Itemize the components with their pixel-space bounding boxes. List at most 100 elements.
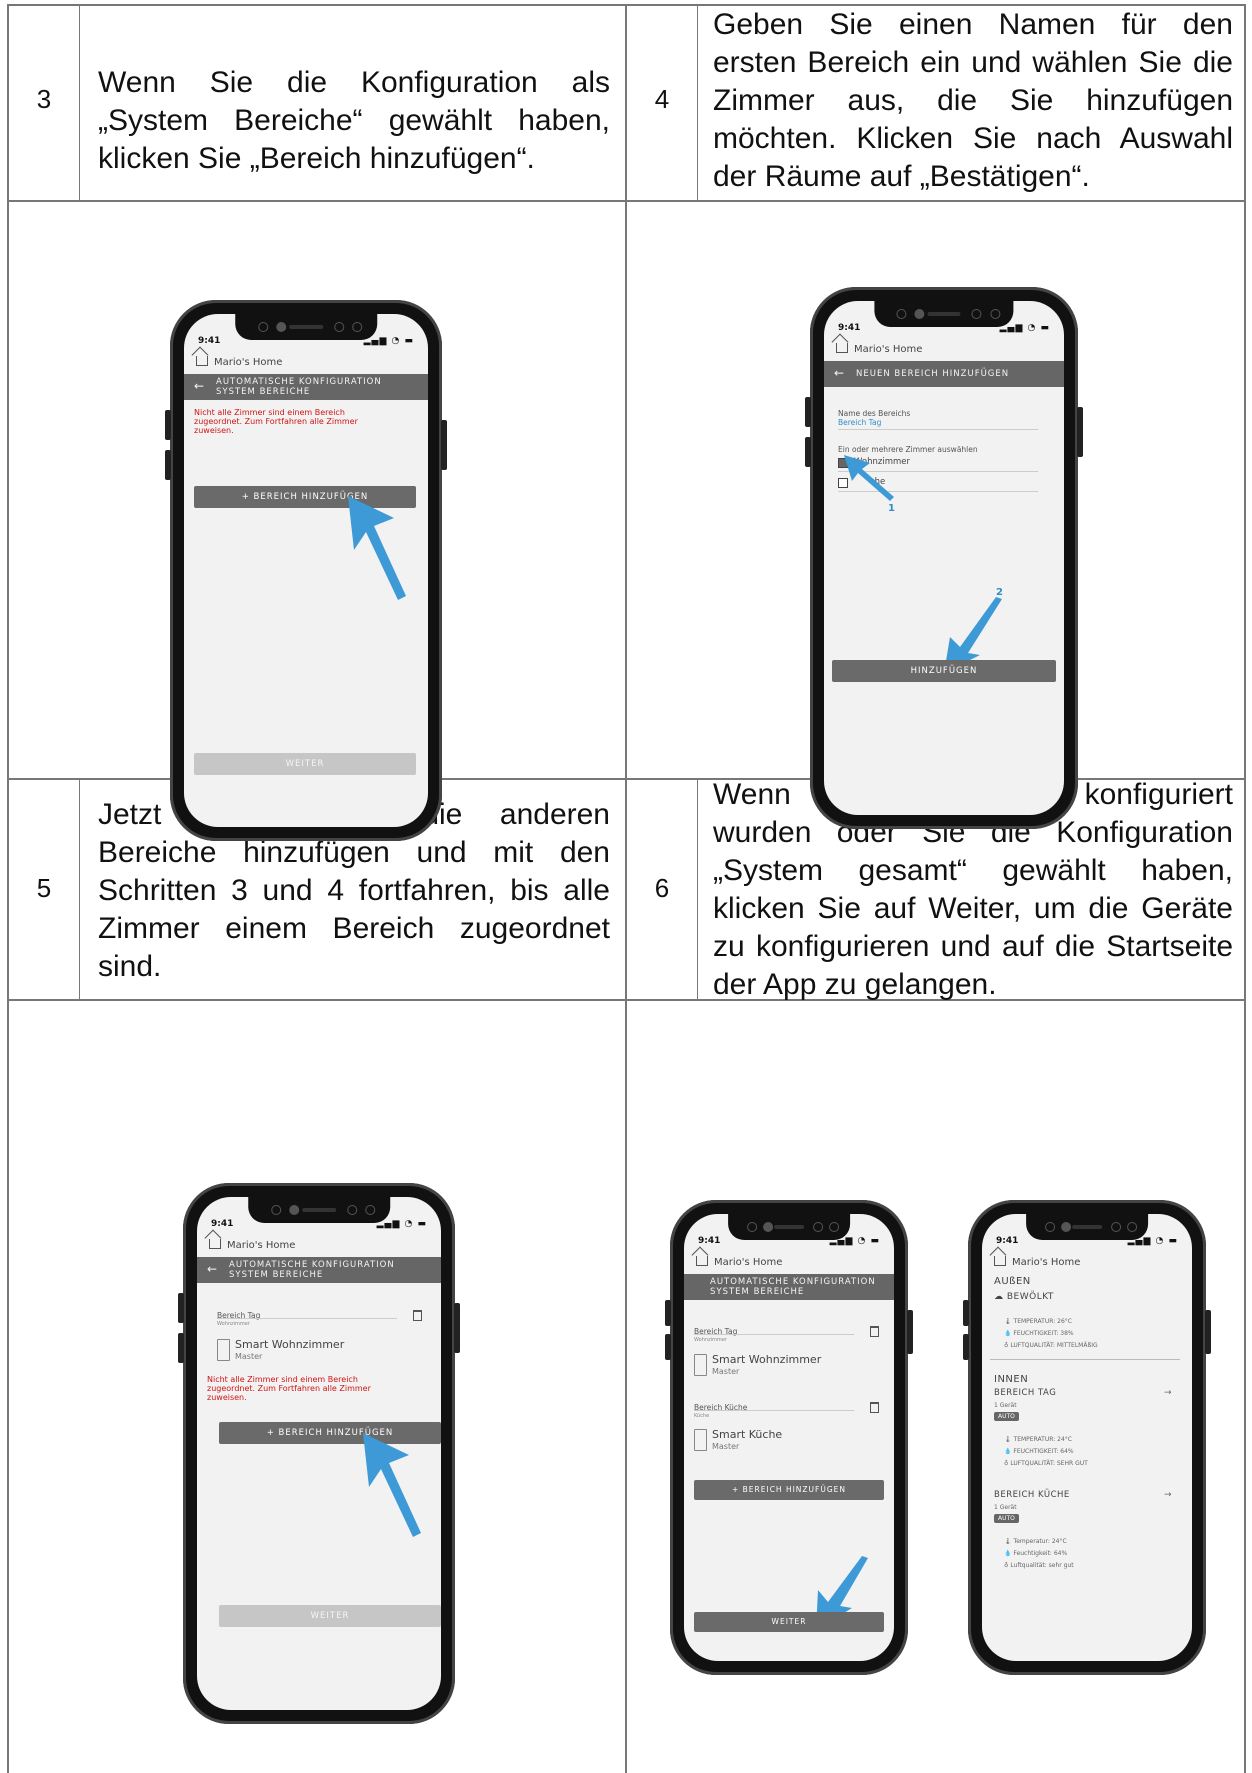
- outside-heading: AUßEN: [994, 1276, 1031, 1287]
- home-link[interactable]: Mario's Home: [196, 356, 282, 368]
- next-button[interactable]: WEITER: [219, 1605, 441, 1627]
- droplet-icon: 💧: [1004, 1330, 1012, 1337]
- chevron-right-icon[interactable]: →: [1164, 1388, 1172, 1398]
- home-name: Mario's Home: [214, 357, 283, 368]
- air-quality-reading: ♁ LUFTQUALITÄT: SEHR GUT: [1004, 1460, 1088, 1467]
- back-arrow-icon[interactable]: ←: [834, 366, 845, 380]
- home-name: Mario's Home: [1012, 1257, 1081, 1268]
- pointer-arrow-icon: [844, 455, 894, 501]
- warning-message: Nicht alle Zimmer sind einem Bereich zuge…: [207, 1375, 371, 1402]
- area-name-field[interactable]: Bereich Tag: [838, 418, 881, 427]
- home-link[interactable]: Mario's Home: [994, 1256, 1080, 1268]
- auto-badge: AUTO: [994, 1412, 1019, 1421]
- status-icons: ▂▄▆ ◔ ▬: [999, 323, 1050, 333]
- home-link[interactable]: Mario's Home: [836, 343, 922, 355]
- device-name: Smart Wohnzimmer: [235, 1338, 345, 1351]
- device-name: Smart Wohnzimmer: [712, 1353, 822, 1366]
- status-icons: ▂▄▆ ◔ ▬: [829, 1236, 880, 1246]
- device-role: Master: [712, 1367, 740, 1376]
- device-icon: [694, 1429, 707, 1451]
- step-number: 6: [654, 873, 670, 903]
- phone-mockup: 9:41 ▂▄▆ ◔ ▬ Mario's Home AUßEN ☁ BEWÖLKT…: [963, 1200, 1211, 1675]
- weather-status: ☁ BEWÖLKT: [994, 1292, 1054, 1302]
- phone-screen: 9:41 ▂▄▆ ◔ ▬ Mario's Home ← AUTOMATISCHE …: [184, 314, 428, 827]
- device-name: Smart Küche: [712, 1428, 783, 1441]
- home-icon: [994, 1256, 1006, 1266]
- chevron-right-icon[interactable]: →: [1164, 1490, 1172, 1500]
- step-marker: 1: [888, 503, 895, 514]
- pointer-arrow-icon: [348, 496, 406, 600]
- back-arrow-icon[interactable]: ←: [207, 1262, 218, 1276]
- warning-message: Nicht alle Zimmer sind einem Bereich zuge…: [194, 408, 358, 435]
- step-text: Geben Sie einen Namen für den ersten Ber…: [713, 8, 1233, 193]
- phone-screen: 9:41 ▂▄▆ ◔ ▬ Mario's Home ← NEUEN BEREICH…: [824, 301, 1064, 815]
- step-number: 3: [36, 84, 52, 114]
- status-icons: ▂▄▆ ◔ ▬: [1127, 1236, 1178, 1246]
- humidity-reading: 💧 Feuchtigkeit: 64%: [1004, 1550, 1068, 1557]
- area-rooms: Wohnzimmer: [217, 1321, 250, 1327]
- phone-mockup: 9:41 ▂▄▆ ◔ ▬ Mario's Home ← AUTOMATISCHE …: [178, 1183, 460, 1724]
- status-time: 9:41: [211, 1219, 234, 1229]
- area-name-label: Name des Bereichs: [838, 409, 911, 418]
- screen-header: ← NEUEN BEREICH HINZUFÜGEN: [824, 361, 1064, 387]
- table-border: [79, 778, 80, 1000]
- add-area-button[interactable]: + BEREICH HINZUFÜGEN: [694, 1480, 884, 1500]
- home-link[interactable]: Mario's Home: [209, 1239, 295, 1251]
- inside-heading: INNEN: [994, 1374, 1029, 1385]
- home-link[interactable]: Mario's Home: [696, 1256, 782, 1268]
- header-title-line1: AUTOMATISCHE KONFIGURATION: [216, 377, 382, 387]
- submit-button[interactable]: HINZUFÜGEN: [832, 660, 1056, 682]
- phone-mockup: 9:41 ▂▄▆ ◔ ▬ Mario's Home AUTOMATISCHE KO…: [665, 1200, 913, 1675]
- header-title-line2: SYSTEM BEREICHE: [216, 387, 311, 397]
- device-icon: [694, 1354, 707, 1376]
- auto-badge: AUTO: [994, 1514, 1019, 1523]
- home-name: Mario's Home: [227, 1240, 296, 1251]
- delete-icon[interactable]: [870, 1402, 879, 1413]
- status-time: 9:41: [198, 336, 221, 346]
- area-card-title[interactable]: BEREICH TAG: [994, 1388, 1056, 1398]
- delete-icon[interactable]: [870, 1326, 879, 1337]
- device-role: Master: [712, 1442, 740, 1451]
- phone-screen: 9:41 ▂▄▆ ◔ ▬ Mario's Home AUßEN ☁ BEWÖLKT…: [982, 1214, 1192, 1661]
- phone-screen: 9:41 ▂▄▆ ◔ ▬ Mario's Home ← AUTOMATISCHE …: [197, 1197, 441, 1710]
- device-icon: [217, 1339, 230, 1361]
- table-border: [697, 778, 698, 1000]
- pointer-arrow-icon: [363, 1433, 421, 1537]
- next-button[interactable]: WEITER: [694, 1612, 884, 1632]
- screen-header: ← AUTOMATISCHE KONFIGURATION SYSTEM BEREI…: [184, 374, 428, 400]
- table-border: [79, 4, 80, 202]
- home-icon: [196, 356, 208, 366]
- step-number: 4: [654, 84, 670, 114]
- device-count: 1 Gerät: [994, 1504, 1017, 1511]
- home-icon: [836, 343, 848, 353]
- status-time: 9:41: [698, 1236, 721, 1246]
- temperature-reading: 🌡 Temperatur: 24°C: [1004, 1538, 1067, 1545]
- area-card-title[interactable]: BEREICH KÜCHE: [994, 1490, 1070, 1500]
- home-name: Mario's Home: [714, 1257, 783, 1268]
- step-number: 5: [36, 873, 52, 903]
- header-title: NEUEN BEREICH HINZUFÜGEN: [856, 369, 1010, 379]
- device-count: 1 Gerät: [994, 1402, 1017, 1409]
- step-text: Wenn Sie die Konfiguration als „System B…: [98, 66, 610, 175]
- back-arrow-icon[interactable]: ←: [194, 379, 205, 393]
- device-role: Master: [235, 1352, 263, 1361]
- next-button[interactable]: WEITER: [194, 753, 416, 775]
- air-quality-reading: ♁ LUFTQUALITÄT: MITTELMÄßIG: [1004, 1342, 1098, 1349]
- delete-icon[interactable]: [413, 1310, 422, 1321]
- status-icons: ▂▄▆ ◔ ▬: [363, 336, 414, 346]
- home-name: Mario's Home: [854, 344, 923, 355]
- status-icons: ▂▄▆ ◔ ▬: [376, 1219, 427, 1229]
- phone-mockup: 9:41 ▂▄▆ ◔ ▬ Mario's Home ← NEUEN BEREICH…: [805, 287, 1083, 829]
- table-border: [1244, 4, 1246, 1773]
- area-rooms: Küche: [694, 1413, 710, 1419]
- phone-mockup: 9:41 ▂▄▆ ◔ ▬ Mario's Home ← AUTOMATISCHE …: [165, 300, 447, 841]
- air-icon: ♁: [1004, 1342, 1009, 1349]
- phone-screen: 9:41 ▂▄▆ ◔ ▬ Mario's Home AUTOMATISCHE KO…: [684, 1214, 894, 1661]
- cloud-icon: ☁: [994, 1292, 1007, 1302]
- screen-header: ← AUTOMATISCHE KONFIGURATION SYSTEM BEREI…: [197, 1257, 441, 1283]
- home-icon: [696, 1256, 708, 1266]
- air-quality-reading: ♁ Luftqualität: sehr gut: [1004, 1562, 1074, 1569]
- screen-header: AUTOMATISCHE KONFIGURATION SYSTEM BEREICH…: [684, 1274, 894, 1300]
- humidity-reading: 💧 FEUCHTIGKEIT: 64%: [1004, 1448, 1074, 1455]
- status-time: 9:41: [838, 323, 861, 333]
